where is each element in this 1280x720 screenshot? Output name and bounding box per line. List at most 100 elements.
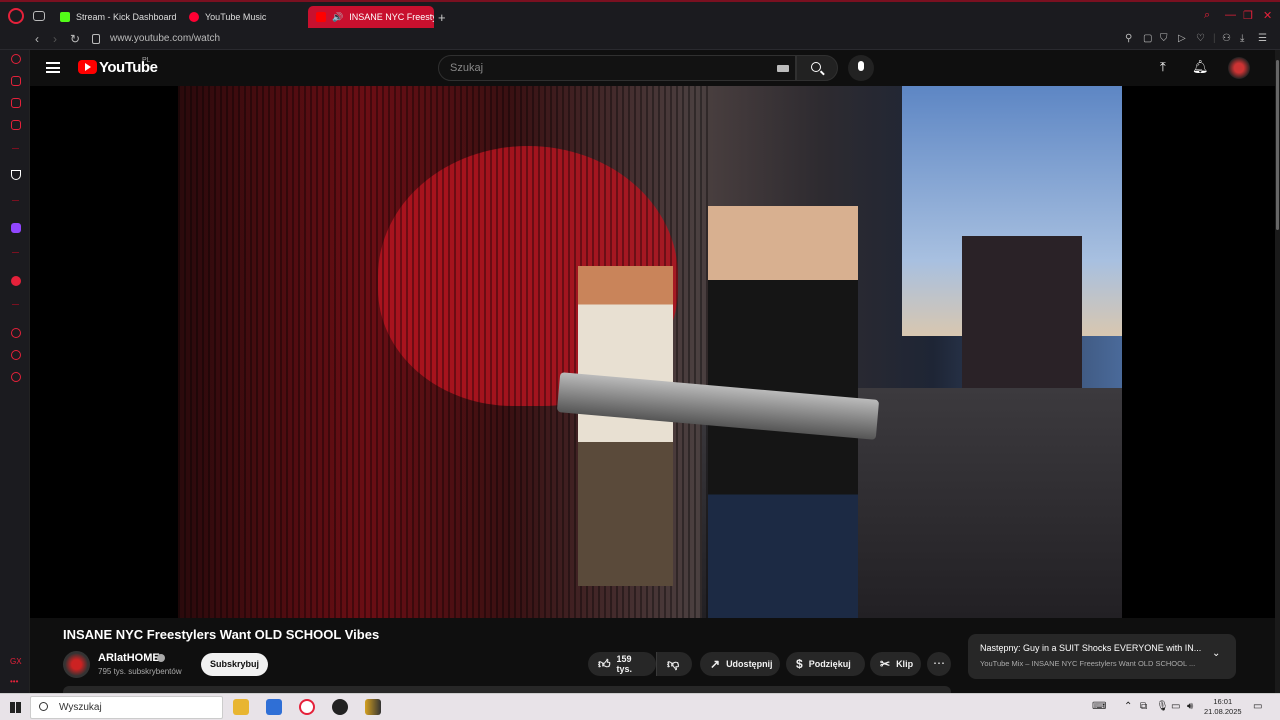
description-box[interactable] (63, 686, 951, 693)
forward-icon[interactable]: › (53, 32, 57, 46)
account-avatar[interactable] (1228, 57, 1250, 79)
tray-chevron-icon[interactable]: ⌃ (1124, 701, 1132, 712)
thanks-label: Podziękuj (808, 659, 851, 669)
tab-label: YouTube Music (205, 12, 267, 22)
adblock-icon[interactable]: ⛉ (1160, 33, 1168, 44)
kick-icon (60, 12, 70, 22)
clock-date: 21.08.2025 (1204, 707, 1242, 716)
like-button[interactable]: 👍︎ 159 tys. (588, 652, 656, 676)
close-button[interactable]: ✕ (1263, 9, 1272, 22)
menu-icon[interactable] (46, 62, 60, 73)
lock-icon[interactable] (92, 34, 100, 44)
video-player[interactable] (30, 86, 1275, 618)
snapshot-icon[interactable]: ▢ (1143, 33, 1152, 44)
microphone-icon[interactable]: 🎙︎ (1156, 701, 1169, 712)
music-player-icon[interactable] (11, 276, 21, 286)
file-explorer-icon[interactable] (233, 699, 249, 715)
kick-app-icon[interactable] (11, 170, 21, 180)
taskbar-search[interactable]: Wyszukaj (30, 696, 223, 719)
new-tab-button[interactable]: + (438, 10, 446, 25)
keyboard-icon[interactable] (777, 65, 789, 72)
reload-icon[interactable]: ↻ (70, 32, 80, 46)
volume-icon[interactable]: 🔊︎ (1187, 701, 1193, 712)
share-icon: ↗ (710, 657, 721, 671)
minimize-button[interactable]: — (1225, 9, 1236, 21)
channel-avatar[interactable] (63, 651, 90, 678)
upload-icon[interactable]: ⤒ (1160, 59, 1166, 75)
like-count: 159 tys. (616, 654, 633, 674)
mail-icon[interactable] (11, 120, 21, 130)
search-input[interactable] (439, 56, 769, 80)
pin-icon[interactable]: ⚲ (1125, 33, 1132, 44)
extensions-icon[interactable] (11, 350, 21, 360)
restore-button[interactable]: ❐ (1243, 9, 1253, 22)
clip-label: Klip (896, 659, 914, 669)
divider (12, 304, 19, 305)
voice-search-icon[interactable] (848, 55, 874, 81)
more-actions-button[interactable]: ⋯ (927, 652, 951, 676)
divider: | (1213, 33, 1216, 44)
profile-icon[interactable]: ⚇ (1222, 33, 1231, 44)
network-icon[interactable]: ▭ (1171, 701, 1180, 712)
sidebar-more-icon[interactable]: ••• (10, 677, 18, 686)
heart-icon[interactable]: ♡ (1196, 33, 1205, 44)
tab-youtube-music[interactable]: YouTube Music (181, 6, 303, 28)
tab-kick-dashboard[interactable]: Stream - Kick Dashboard (52, 6, 177, 28)
notifications-icon[interactable]: 🔔︎ (1192, 59, 1209, 75)
chevron-down-icon[interactable]: ⌄ (1212, 648, 1220, 659)
tab-label: INSANE NYC Freestyl (349, 12, 434, 22)
share-button[interactable]: ↗ Udostępnij (700, 652, 780, 676)
video-building (962, 236, 1082, 396)
thumbs-down-icon: 👎︎ (667, 656, 680, 671)
keyboard-layout-icon[interactable]: ⌨ (1092, 701, 1106, 712)
up-next-card[interactable]: Następny: Guy in a SUIT Shocks EVERYONE … (968, 634, 1236, 679)
url-field[interactable]: www.youtube.com/watch (110, 33, 220, 44)
opera-gx-taskbar-icon[interactable] (299, 699, 315, 715)
opera-menu-icon[interactable] (8, 8, 24, 24)
subscribe-button[interactable]: Subskrybuj (201, 653, 268, 676)
channel-name[interactable]: ARlatHOME (98, 652, 160, 664)
search-tabs-icon[interactable]: ⌕ (1204, 9, 1210, 22)
gx-icon[interactable]: GX (10, 657, 22, 666)
search-button[interactable] (796, 55, 838, 81)
verified-icon (157, 654, 165, 662)
address-bar: ‹ › ↻ www.youtube.com/watch ⚲ ▢ ⛉ ▷ ♡ | … (0, 30, 1280, 50)
video-title: INSANE NYC Freestylers Want OLD SCHOOL V… (63, 627, 380, 642)
scrollbar-thumb[interactable] (1276, 60, 1279, 230)
divider (12, 252, 19, 253)
tab-youtube-video[interactable]: 🔊 INSANE NYC Freestyl (308, 6, 434, 28)
store-icon[interactable] (266, 699, 282, 715)
twitch-icon[interactable] (11, 223, 21, 233)
divider (12, 148, 19, 149)
video-singer (578, 266, 673, 586)
subscriber-count: 795 tys. subskrybentów (98, 667, 182, 676)
search-box (438, 55, 796, 81)
play-icon[interactable]: ▷ (1178, 33, 1186, 44)
tab-label: Stream - Kick Dashboard (76, 12, 177, 22)
download-icon[interactable]: ⤓ (1240, 33, 1244, 44)
settings-icon[interactable] (11, 372, 21, 382)
app-icon[interactable] (365, 699, 381, 715)
aria-icon[interactable] (11, 54, 21, 64)
speaker-icon[interactable]: 🔊 (332, 12, 343, 23)
notification-center-icon[interactable]: ▭ (1253, 701, 1262, 712)
system-clock[interactable]: 16:01 21.08.2025 (1204, 697, 1242, 717)
workspaces-icon[interactable] (33, 11, 45, 21)
page-scrollbar[interactable] (1275, 50, 1280, 693)
shop-icon[interactable] (11, 76, 21, 86)
tray-app-icon[interactable]: ⧉ (1140, 701, 1147, 712)
dislike-button[interactable]: 👎︎ (656, 652, 692, 676)
thanks-button[interactable]: $ Podziękuj (786, 652, 865, 676)
back-icon[interactable]: ‹ (35, 32, 39, 46)
youtube-logo-icon[interactable] (78, 60, 97, 74)
country-code: PL (142, 57, 151, 64)
easy-setup-icon[interactable]: ☰ (1258, 33, 1267, 44)
clip-button[interactable]: ✂ Klip (870, 652, 921, 676)
windows-start-icon[interactable] (10, 702, 21, 713)
youtube-music-icon (189, 12, 199, 22)
up-next-subtitle: YouTube Mix – INSANE NYC Freestylers Wan… (980, 659, 1196, 668)
steam-icon[interactable] (332, 699, 348, 715)
wallet-icon[interactable] (11, 98, 21, 108)
youtube-page: YouTube PL ⤒ 🔔︎ INSANE NYC Freestylers W… (30, 50, 1275, 693)
history-icon[interactable] (11, 328, 21, 338)
